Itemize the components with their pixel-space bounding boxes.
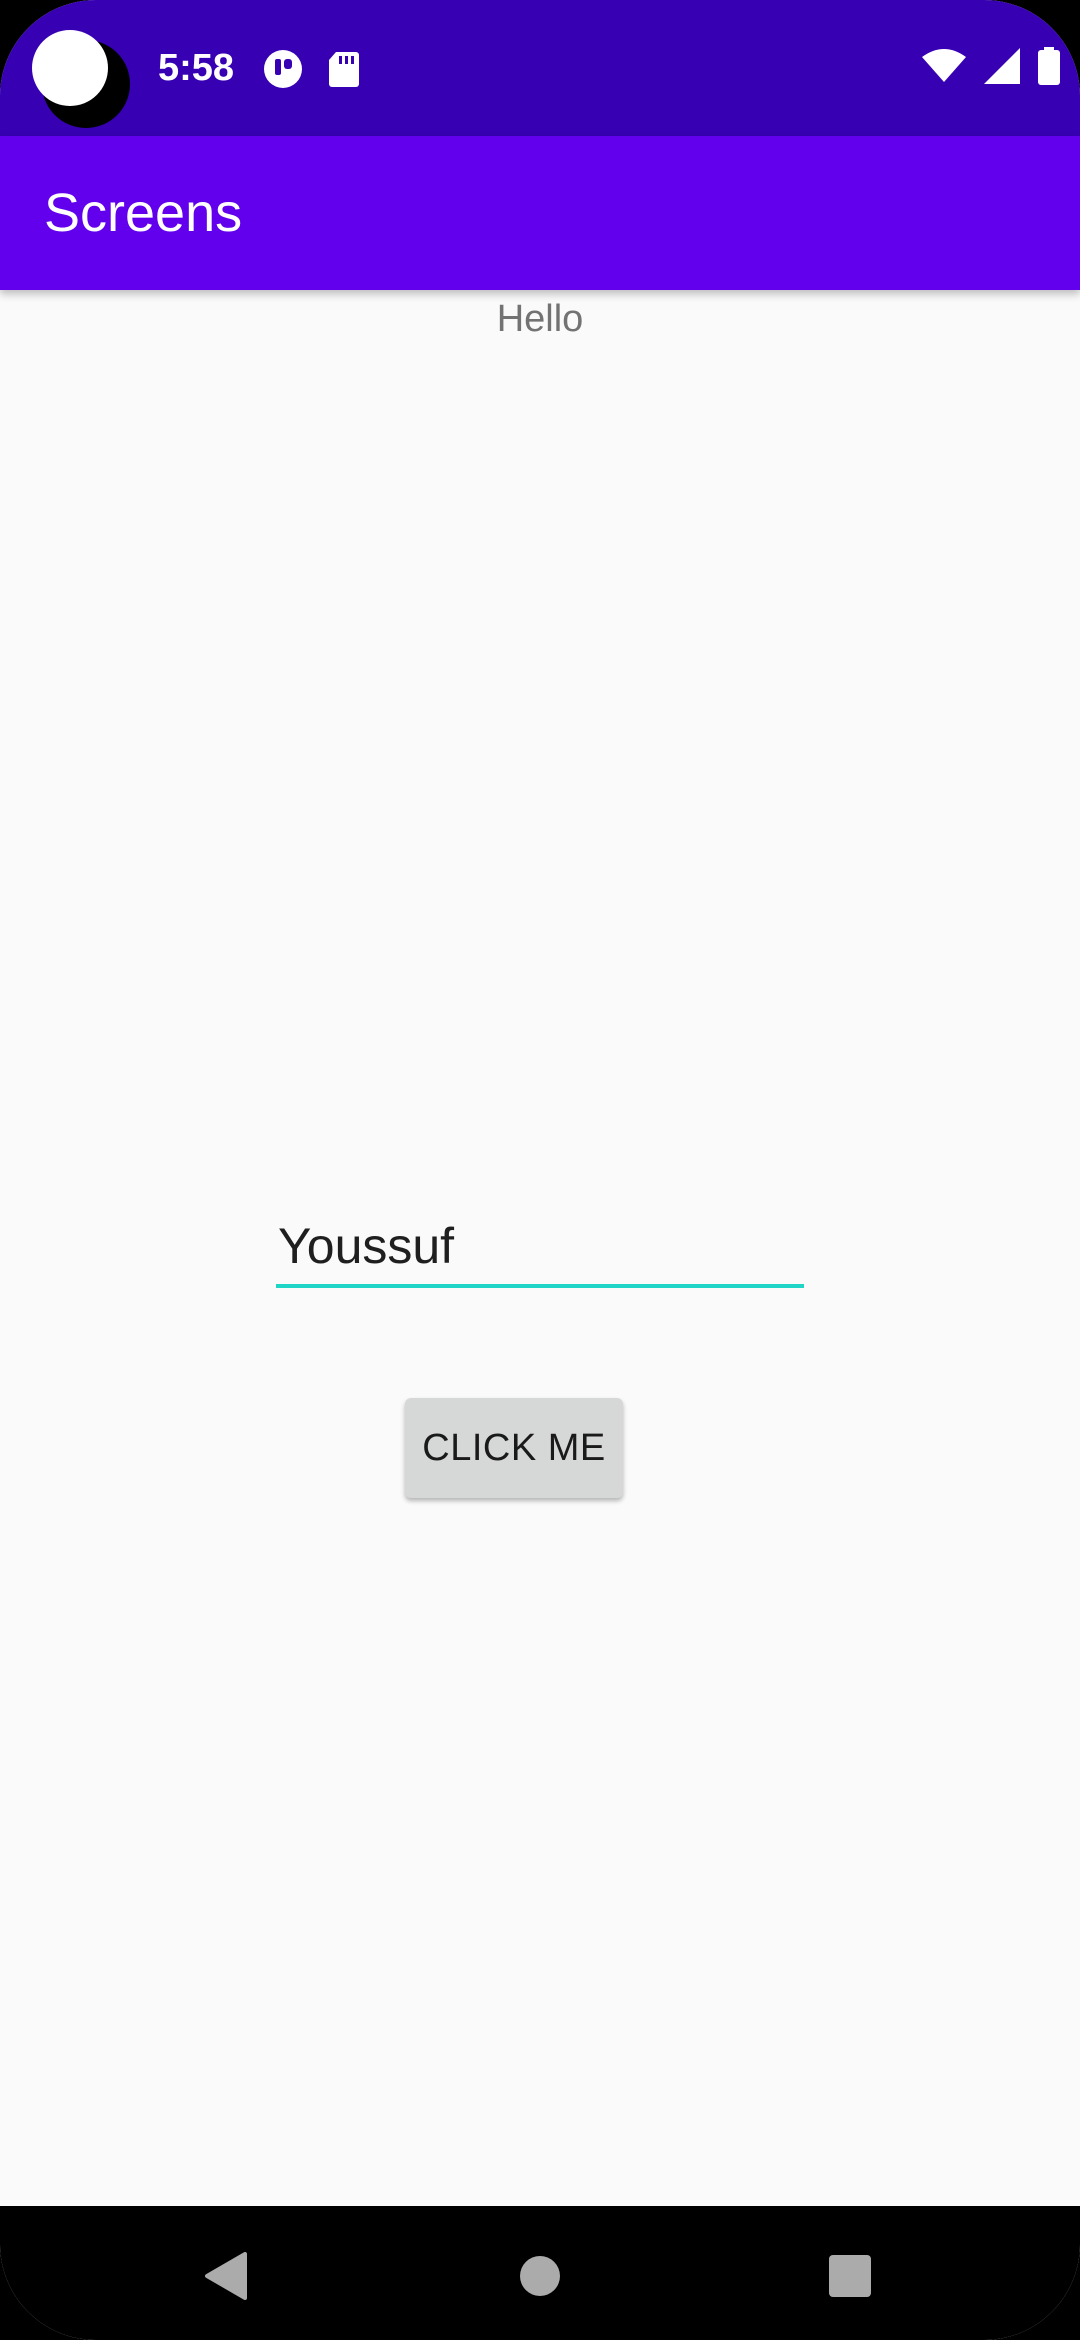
main-content: Hello CLICK ME <box>0 290 1080 2206</box>
click-me-button[interactable]: CLICK ME <box>405 1398 623 1498</box>
status-indicators <box>922 46 1060 90</box>
greeting-text: Hello <box>496 298 584 340</box>
back-icon[interactable] <box>186 2236 266 2316</box>
status-bar: 5:58 <box>0 0 1080 136</box>
app-title: Screens <box>44 183 243 243</box>
phone-screen: 5:58 Screens Hello Youssuf CLICK ME <box>0 0 1080 2340</box>
wifi-icon <box>922 48 966 88</box>
status-time: 5:58 <box>158 47 235 89</box>
navigation-bar <box>0 2206 1080 2340</box>
sd-card-icon <box>328 50 366 88</box>
recents-icon[interactable] <box>810 2236 890 2316</box>
battery-icon <box>1038 46 1060 90</box>
home-icon[interactable] <box>500 2236 580 2316</box>
podcast-app-icon <box>264 50 302 88</box>
cellular-signal-icon <box>984 47 1020 89</box>
name-input[interactable] <box>276 1208 804 1288</box>
camera-cutout <box>32 30 132 130</box>
app-bar: Screens <box>0 136 1080 290</box>
